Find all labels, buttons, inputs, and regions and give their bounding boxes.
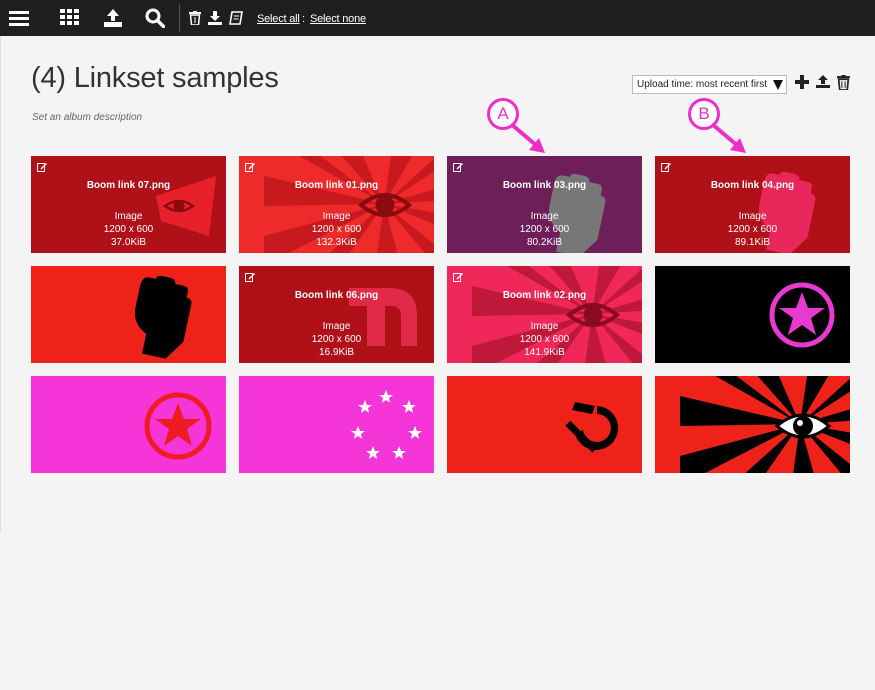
photo-info: Image 1200 x 600 16.9KiB bbox=[239, 320, 434, 359]
photo-type: Image bbox=[114, 211, 143, 222]
select-none-link[interactable]: Select none bbox=[310, 13, 366, 25]
edit-icon[interactable] bbox=[245, 162, 255, 172]
toolbar-colon: : bbox=[302, 13, 306, 25]
edit-icon[interactable] bbox=[245, 272, 255, 282]
book-icon[interactable] bbox=[228, 0, 244, 36]
photo-size: 132.3KiB bbox=[316, 237, 357, 248]
photo-size: 89.1KiB bbox=[734, 237, 771, 248]
photo-size: 80.2KiB bbox=[526, 237, 563, 248]
photo-type: Image bbox=[530, 321, 559, 332]
album-description[interactable]: Set an album description bbox=[32, 112, 142, 123]
photo-dimensions: 1200 x 600 bbox=[727, 224, 778, 235]
photo-size: 16.9KiB bbox=[318, 347, 355, 358]
photo-filename: Boom link 04.png bbox=[710, 180, 795, 191]
photo-size: 37.0KiB bbox=[110, 237, 147, 248]
photo-tile[interactable] bbox=[655, 266, 850, 363]
photo-tile[interactable] bbox=[655, 376, 850, 473]
photo-size: 141.9KiB bbox=[524, 347, 565, 358]
add-icon[interactable] bbox=[795, 75, 811, 93]
grid-icon[interactable] bbox=[58, 0, 82, 36]
chevron-down-icon bbox=[773, 80, 783, 90]
delete-album-icon[interactable] bbox=[837, 75, 853, 93]
photo-tile[interactable] bbox=[239, 376, 434, 473]
edit-icon[interactable] bbox=[661, 162, 671, 172]
photo-info: Image 1200 x 600 80.2KiB bbox=[447, 210, 642, 249]
callout-b-arrow bbox=[710, 122, 746, 153]
photo-type: Image bbox=[322, 211, 351, 222]
photo-info: Image 1200 x 600 141.9KiB bbox=[447, 320, 642, 359]
photo-dimensions: 1200 x 600 bbox=[311, 334, 362, 345]
sort-select[interactable]: Upload time: most recent first bbox=[632, 75, 787, 94]
photo-dimensions: 1200 x 600 bbox=[311, 224, 362, 235]
menu-icon[interactable] bbox=[6, 0, 32, 36]
photo-tile[interactable]: Boom link 02.png Image 1200 x 600 141.9K… bbox=[447, 266, 642, 363]
top-toolbar: Select all : Select none bbox=[0, 0, 875, 36]
photo-tile[interactable] bbox=[31, 266, 226, 363]
photo-dimensions: 1200 x 600 bbox=[103, 224, 154, 235]
photo-info: Image 1200 x 600 37.0KiB bbox=[31, 210, 226, 249]
photo-tile[interactable]: Boom link 06.png Image 1200 x 600 16.9Ki… bbox=[239, 266, 434, 363]
photo-dimensions: 1200 x 600 bbox=[519, 334, 570, 345]
photo-type: Image bbox=[322, 321, 351, 332]
photo-filename: Boom link 02.png bbox=[502, 290, 587, 301]
upload-icon[interactable] bbox=[101, 0, 125, 36]
edit-icon[interactable] bbox=[453, 272, 463, 282]
toolbar-divider bbox=[179, 4, 180, 32]
edit-icon[interactable] bbox=[37, 162, 47, 172]
photo-tile[interactable] bbox=[31, 376, 226, 473]
left-border bbox=[0, 36, 1, 531]
sort-select-value: Upload time: most recent first bbox=[637, 79, 768, 90]
photo-info: Image 1200 x 600 89.1KiB bbox=[655, 210, 850, 249]
download-icon[interactable] bbox=[207, 0, 223, 36]
edit-icon[interactable] bbox=[453, 162, 463, 172]
photo-type: Image bbox=[738, 211, 767, 222]
page-title: (4) Linkset samples bbox=[31, 62, 279, 94]
photo-type: Image bbox=[530, 211, 559, 222]
callout-a-arrow bbox=[509, 122, 545, 153]
photo-info: Image 1200 x 600 132.3KiB bbox=[239, 210, 434, 249]
select-all-link[interactable]: Select all bbox=[257, 13, 300, 25]
photo-tile[interactable]: Boom link 07.png Image 1200 x 600 37.0Ki… bbox=[31, 156, 226, 253]
photo-tile[interactable]: Boom link 04.png Image 1200 x 600 89.1Ki… bbox=[655, 156, 850, 253]
photo-filename: Boom link 07.png bbox=[86, 180, 171, 191]
upload-photo-icon[interactable] bbox=[816, 75, 832, 93]
photo-tile[interactable]: Boom link 01.png Image 1200 x 600 132.3K… bbox=[239, 156, 434, 253]
photo-tile[interactable] bbox=[447, 376, 642, 473]
photo-dimensions: 1200 x 600 bbox=[519, 224, 570, 235]
photo-filename: Boom link 01.png bbox=[294, 180, 379, 191]
trash-icon[interactable] bbox=[187, 0, 203, 36]
search-icon[interactable] bbox=[143, 0, 167, 36]
photo-tile[interactable]: Boom link 03.png Image 1200 x 600 80.2Ki… bbox=[447, 156, 642, 253]
photo-filename: Boom link 06.png bbox=[294, 290, 379, 301]
photo-filename: Boom link 03.png bbox=[502, 180, 587, 191]
